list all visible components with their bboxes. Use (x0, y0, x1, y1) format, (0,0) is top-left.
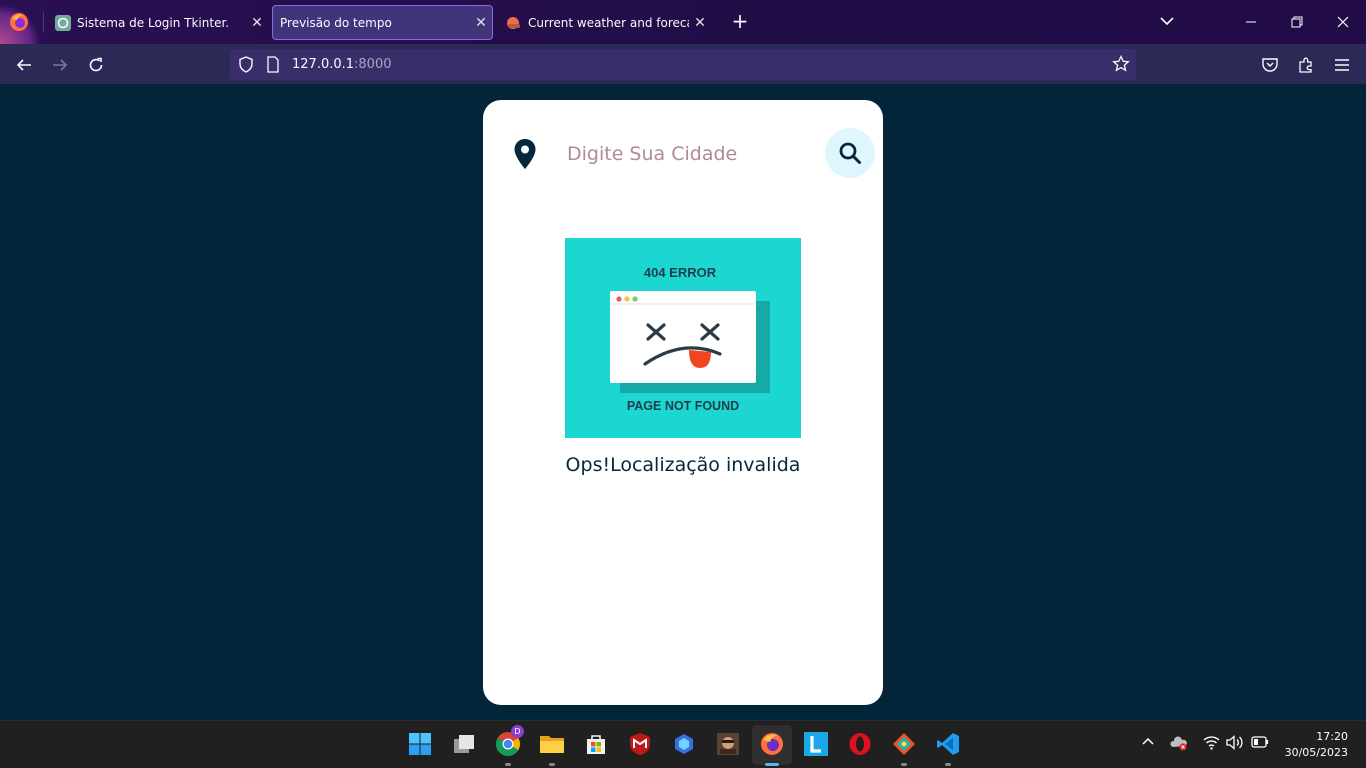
search-button[interactable] (825, 128, 875, 178)
bing-copilot-icon[interactable] (670, 730, 698, 758)
vscode-icon[interactable] (934, 730, 962, 758)
tab-sistema-login[interactable]: Sistema de Login Tkinter. ✕ (46, 5, 268, 40)
error-image-heading: 404 ERROR (644, 265, 717, 280)
git-app-icon[interactable] (890, 730, 918, 758)
close-tab-icon[interactable]: ✕ (470, 15, 492, 31)
battery-icon[interactable] (1251, 735, 1269, 749)
file-explorer-icon[interactable] (538, 730, 566, 758)
onedrive-error-icon[interactable] (1170, 735, 1188, 751)
location-pin-icon (514, 139, 536, 169)
city-search-input[interactable] (567, 136, 797, 172)
minimize-window-icon[interactable] (1228, 0, 1274, 44)
chrome-icon[interactable]: D (494, 725, 524, 758)
pocket-icon[interactable] (1259, 54, 1281, 76)
page-info-icon[interactable] (266, 56, 280, 73)
mcafee-icon[interactable] (626, 730, 654, 758)
running-indicator (945, 763, 951, 766)
microsoft-store-icon[interactable] (582, 730, 610, 758)
url-text: 127.0.0.1:8000 (292, 57, 392, 72)
task-view-icon[interactable] (450, 730, 478, 758)
list-all-tabs-chevron-icon[interactable] (1158, 12, 1176, 30)
url-host: 127.0.0.1 (292, 57, 355, 72)
error-image-caption: PAGE NOT FOUND (627, 399, 739, 413)
firefox-taskbar-icon[interactable] (758, 730, 786, 758)
running-indicator (549, 763, 555, 766)
restore-window-icon[interactable] (1274, 0, 1320, 44)
url-port: :8000 (354, 57, 392, 72)
browser-tab-bar: Sistema de Login Tkinter. ✕ Previsão do … (0, 0, 1366, 44)
running-indicator (901, 763, 907, 766)
forward-arrow-icon[interactable] (49, 54, 71, 76)
openweathermap-favicon-icon (507, 16, 520, 29)
tab-previsao-do-tempo[interactable]: Previsão do tempo ✕ (272, 5, 493, 40)
show-hidden-icons-chevron-icon[interactable] (1141, 735, 1155, 749)
extensions-puzzle-icon[interactable] (1295, 54, 1317, 76)
hamburger-menu-icon[interactable] (1331, 54, 1353, 76)
tab-title: Sistema de Login Tkinter. (77, 15, 230, 30)
game-app-icon[interactable] (714, 730, 742, 758)
clock-date: 30/05/2023 (1284, 746, 1348, 759)
address-bar[interactable]: 127.0.0.1:8000 (230, 49, 1136, 80)
back-arrow-icon[interactable] (13, 54, 35, 76)
windows-start-icon[interactable] (406, 730, 434, 758)
windows-taskbar: D 17:20 30/05/2023 (0, 720, 1366, 768)
chrome-profile-badge: D (511, 725, 524, 738)
volume-icon[interactable] (1226, 735, 1244, 750)
close-tab-icon[interactable]: ✕ (246, 15, 268, 31)
browser-navigation-bar: 127.0.0.1:8000 (0, 44, 1366, 85)
shield-icon[interactable] (238, 56, 254, 73)
reload-icon[interactable] (85, 54, 107, 76)
running-indicator (505, 763, 511, 766)
firefox-icon[interactable] (8, 11, 30, 33)
opera-icon[interactable] (846, 730, 874, 758)
weather-card: 404 ERROR PAGE NOT FOUND Ops!Localização… (483, 100, 883, 705)
close-window-icon[interactable] (1320, 0, 1366, 44)
close-tab-icon[interactable]: ✕ (689, 15, 711, 31)
running-indicator-active (765, 763, 779, 766)
error-message: Ops!Localização invalida (565, 454, 801, 476)
clock-time: 17:20 (1316, 730, 1348, 743)
tab-separator (43, 12, 44, 32)
search-icon (839, 142, 861, 164)
tab-openweathermap[interactable]: Current weather and forecast - OpenWeath… (497, 5, 711, 40)
bookmark-star-icon[interactable] (1112, 55, 1130, 73)
openai-favicon-icon (55, 14, 71, 31)
tab-title: Current weather and forecast - OpenWeath… (528, 15, 689, 30)
system-clock[interactable]: 17:20 30/05/2023 (1285, 729, 1348, 761)
l-app-icon[interactable] (802, 730, 830, 758)
404-error-image: 404 ERROR PAGE NOT FOUND (565, 238, 801, 438)
wifi-icon[interactable] (1203, 735, 1220, 750)
tab-title: Previsão do tempo (280, 15, 392, 30)
new-tab-icon[interactable]: + (729, 10, 751, 32)
